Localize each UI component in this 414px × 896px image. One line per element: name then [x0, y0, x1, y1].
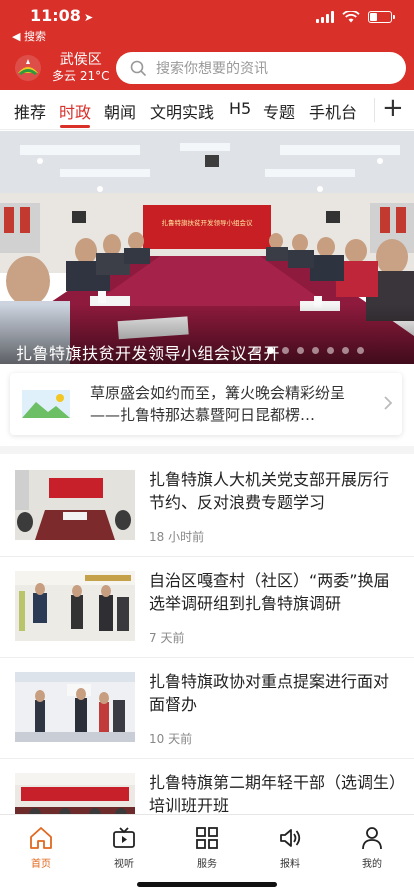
promo-card[interactable]: 草原盛会如约而至，篝火晚会精彩纷呈 ——扎鲁特那达慕暨阿日昆都楞… — [10, 373, 402, 435]
tab-divider — [374, 98, 375, 122]
news-thumbnail — [15, 470, 135, 540]
person-icon — [362, 827, 382, 850]
carousel-dot[interactable] — [327, 347, 334, 354]
status-time: 11:08 ➤ — [30, 6, 94, 25]
battery-icon — [368, 11, 395, 23]
battery-level — [370, 13, 377, 21]
carousel-dot[interactable] — [252, 347, 259, 354]
search-input[interactable]: 搜索你想要的资讯 — [116, 52, 406, 84]
news-item[interactable]: 扎鲁特旗人大机关党支部开展厉行节约、反对浪费专题学习 18 小时前 — [0, 456, 414, 557]
home-indicator — [137, 882, 277, 887]
active-tab-indicator — [60, 125, 90, 128]
nav-services[interactable]: 服务 — [177, 825, 237, 870]
location-weather[interactable]: 武侯区 多云 21°C — [52, 51, 109, 84]
nav-label: 我的 — [362, 859, 382, 870]
carousel-dot[interactable] — [297, 347, 304, 354]
hero-banner-text: 扎鲁特旗扶贫开发领导小组会议 — [162, 218, 254, 227]
news-time: 7 天前 — [149, 631, 185, 645]
news-item[interactable]: 自治区嘎查村（社区）“两委”换届选举调研组到扎鲁特旗调研 7 天前 — [0, 557, 414, 658]
news-item[interactable]: 扎鲁特旗政协对重点提案进行面对面督办 10 天前 — [0, 658, 414, 759]
search-icon — [130, 60, 146, 76]
news-thumbnail — [15, 672, 135, 742]
carousel-dot[interactable] — [342, 347, 349, 354]
nav-label: 服务 — [197, 859, 217, 870]
news-time: 10 天前 — [149, 732, 193, 746]
tab-mobile-tv[interactable]: 手机台 — [309, 99, 357, 123]
tab-morning-news[interactable]: 朝闻 — [104, 99, 136, 123]
location-arrow-icon: ➤ — [83, 11, 94, 24]
tab-civilization-practice[interactable]: 文明实践 — [150, 99, 214, 123]
carousel-dot[interactable] — [282, 347, 289, 354]
tab-topics[interactable]: 专题 — [263, 99, 295, 123]
speaker-icon — [280, 829, 301, 847]
nav-report[interactable]: 报料 — [260, 825, 320, 870]
tab-fade — [354, 90, 376, 129]
nav-video[interactable]: 视听 — [94, 825, 154, 870]
plus-icon[interactable]: + — [382, 93, 404, 123]
nav-label: 报料 — [280, 859, 300, 870]
district-name: 武侯区 — [59, 52, 102, 68]
cellular-signal-icon — [316, 11, 334, 23]
app-header: 11:08 ➤ ◀ 搜索 武侯区 多云 21°C 搜索你想要的资讯 — [0, 0, 414, 90]
landscape-image-icon — [22, 390, 70, 418]
nav-label: 首页 — [31, 859, 51, 870]
carousel-dots — [252, 347, 364, 354]
carousel-dot[interactable] — [312, 347, 319, 354]
news-title: 扎鲁特旗第二期年轻干部（选调生）培训班开班 — [149, 773, 398, 815]
chevron-right-icon — [384, 396, 393, 410]
category-tabs: 推荐 时政 朝闻 文明实践 H5 专题 手机台 + — [0, 90, 414, 130]
home-icon — [30, 827, 52, 849]
grassland-emblem-icon — [15, 55, 41, 81]
status-icons — [316, 11, 395, 23]
nav-label: 视听 — [114, 859, 134, 870]
carousel-dot[interactable] — [267, 347, 274, 354]
tab-recommend[interactable]: 推荐 — [14, 99, 46, 123]
carousel-dot[interactable] — [357, 347, 364, 354]
hero-caption[interactable]: 扎鲁特旗扶贫开发领导小组会议召开 — [16, 340, 280, 364]
video-icon — [113, 827, 135, 848]
nav-profile[interactable]: 我的 — [342, 825, 402, 870]
wifi-icon — [342, 11, 360, 23]
tab-politics[interactable]: 时政 — [59, 99, 91, 123]
hero-carousel[interactable]: 扎鲁特旗扶贫开发领导小组会议 扎鲁特旗扶贫开发领导小组会议召开 — [0, 131, 414, 364]
grid-icon — [196, 827, 218, 849]
weather-readout: 多云 21°C — [52, 69, 110, 83]
promo-text: 草原盛会如约而至，篝火晚会精彩纷呈 ——扎鲁特那达慕暨阿日昆都楞… — [90, 384, 346, 424]
nav-home[interactable]: 首页 — [11, 825, 71, 870]
news-thumbnail — [15, 571, 135, 641]
news-title: 扎鲁特旗政协对重点提案进行面对面督办 — [149, 672, 390, 714]
tab-h5[interactable]: H5 — [229, 99, 251, 118]
news-title: 扎鲁特旗人大机关党支部开展厉行节约、反对浪费专题学习 — [149, 470, 390, 512]
news-title: 自治区嘎查村（社区）“两委”换届选举调研组到扎鲁特旗调研 — [149, 571, 390, 613]
search-placeholder: 搜索你想要的资讯 — [156, 61, 268, 77]
back-to-search-link[interactable]: ◀ 搜索 — [12, 28, 46, 44]
news-time: 18 小时前 — [149, 530, 205, 544]
section-gap — [0, 446, 414, 454]
